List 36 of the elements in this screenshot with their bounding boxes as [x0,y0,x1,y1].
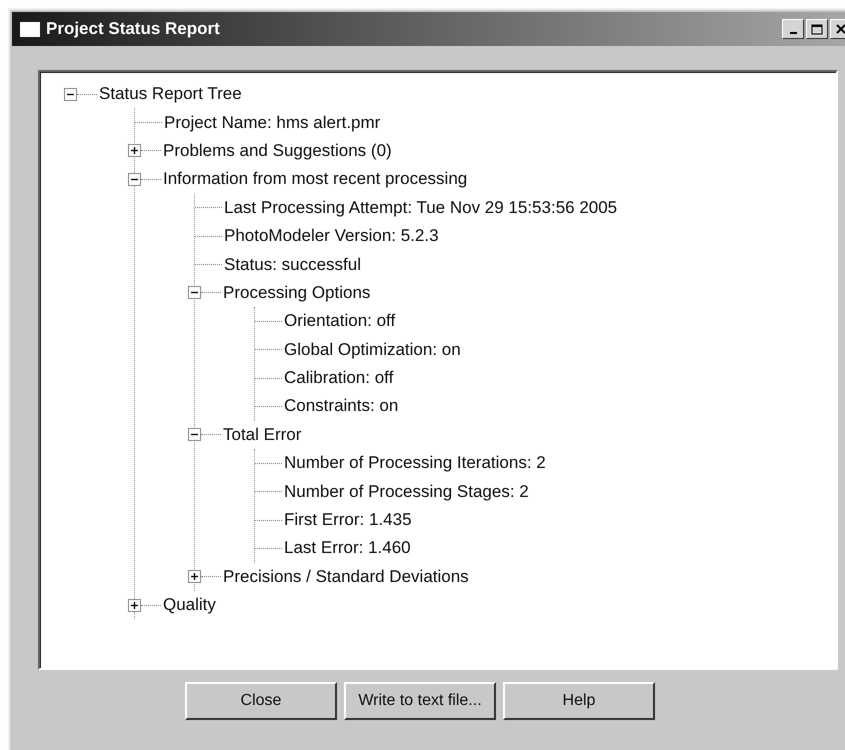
tree-item[interactable]: Status: successful [222,254,362,275]
tree-item[interactable]: Status Report Tree [97,84,242,104]
tree-item[interactable]: Precisions / Standard Deviations [221,566,469,587]
tree-item[interactable]: Total Error [221,424,302,445]
maximize-button[interactable] [806,19,828,39]
collapse-icon[interactable] [128,172,141,186]
collapse-icon[interactable] [188,286,201,300]
expand-icon[interactable] [128,598,141,612]
tree-item[interactable]: Quality [161,595,216,616]
tree-item[interactable]: Project Name: hms alert.pmr [162,112,380,133]
tree-item[interactable]: PhotoModeler Version: 5.2.3 [222,226,439,246]
close-icon [836,24,845,34]
tree-item[interactable]: Problems and Suggestions (0) [161,140,392,161]
tree-item[interactable]: Last Processing Attempt: Tue Nov 29 15:53:56 2005 [222,198,618,218]
minimize-icon [790,32,796,34]
collapse-icon[interactable] [188,428,201,442]
dialog-button[interactable]: Close [185,682,337,720]
tree-item[interactable]: Number of Processing Stages: 2 [282,482,529,502]
tree-item[interactable]: Processing Options [221,282,370,303]
tree-item[interactable]: Calibration: off [282,368,394,388]
window-title: Project Status Report [46,19,221,39]
tree-item[interactable]: Information from most recent processing [161,169,468,190]
tree-item[interactable]: Orientation: off [282,311,396,332]
window-icon [20,22,40,36]
dialog-button[interactable]: Write to text file... [344,682,496,720]
tree-item[interactable]: Number of Processing Iterations: 2 [282,453,546,474]
tree-item[interactable]: First Error: 1.435 [282,510,412,530]
tree-item[interactable]: Constraints: on [282,396,398,416]
tree-item[interactable]: Global Optimization: on [282,340,461,360]
expand-icon[interactable] [188,570,201,584]
dialog-button[interactable]: Help [503,682,655,720]
collapse-icon[interactable] [64,88,77,101]
minimize-button[interactable] [782,19,804,39]
tree-item[interactable]: Last Error: 1.460 [282,538,411,558]
expand-icon[interactable] [128,144,141,158]
maximize-icon [811,24,823,34]
